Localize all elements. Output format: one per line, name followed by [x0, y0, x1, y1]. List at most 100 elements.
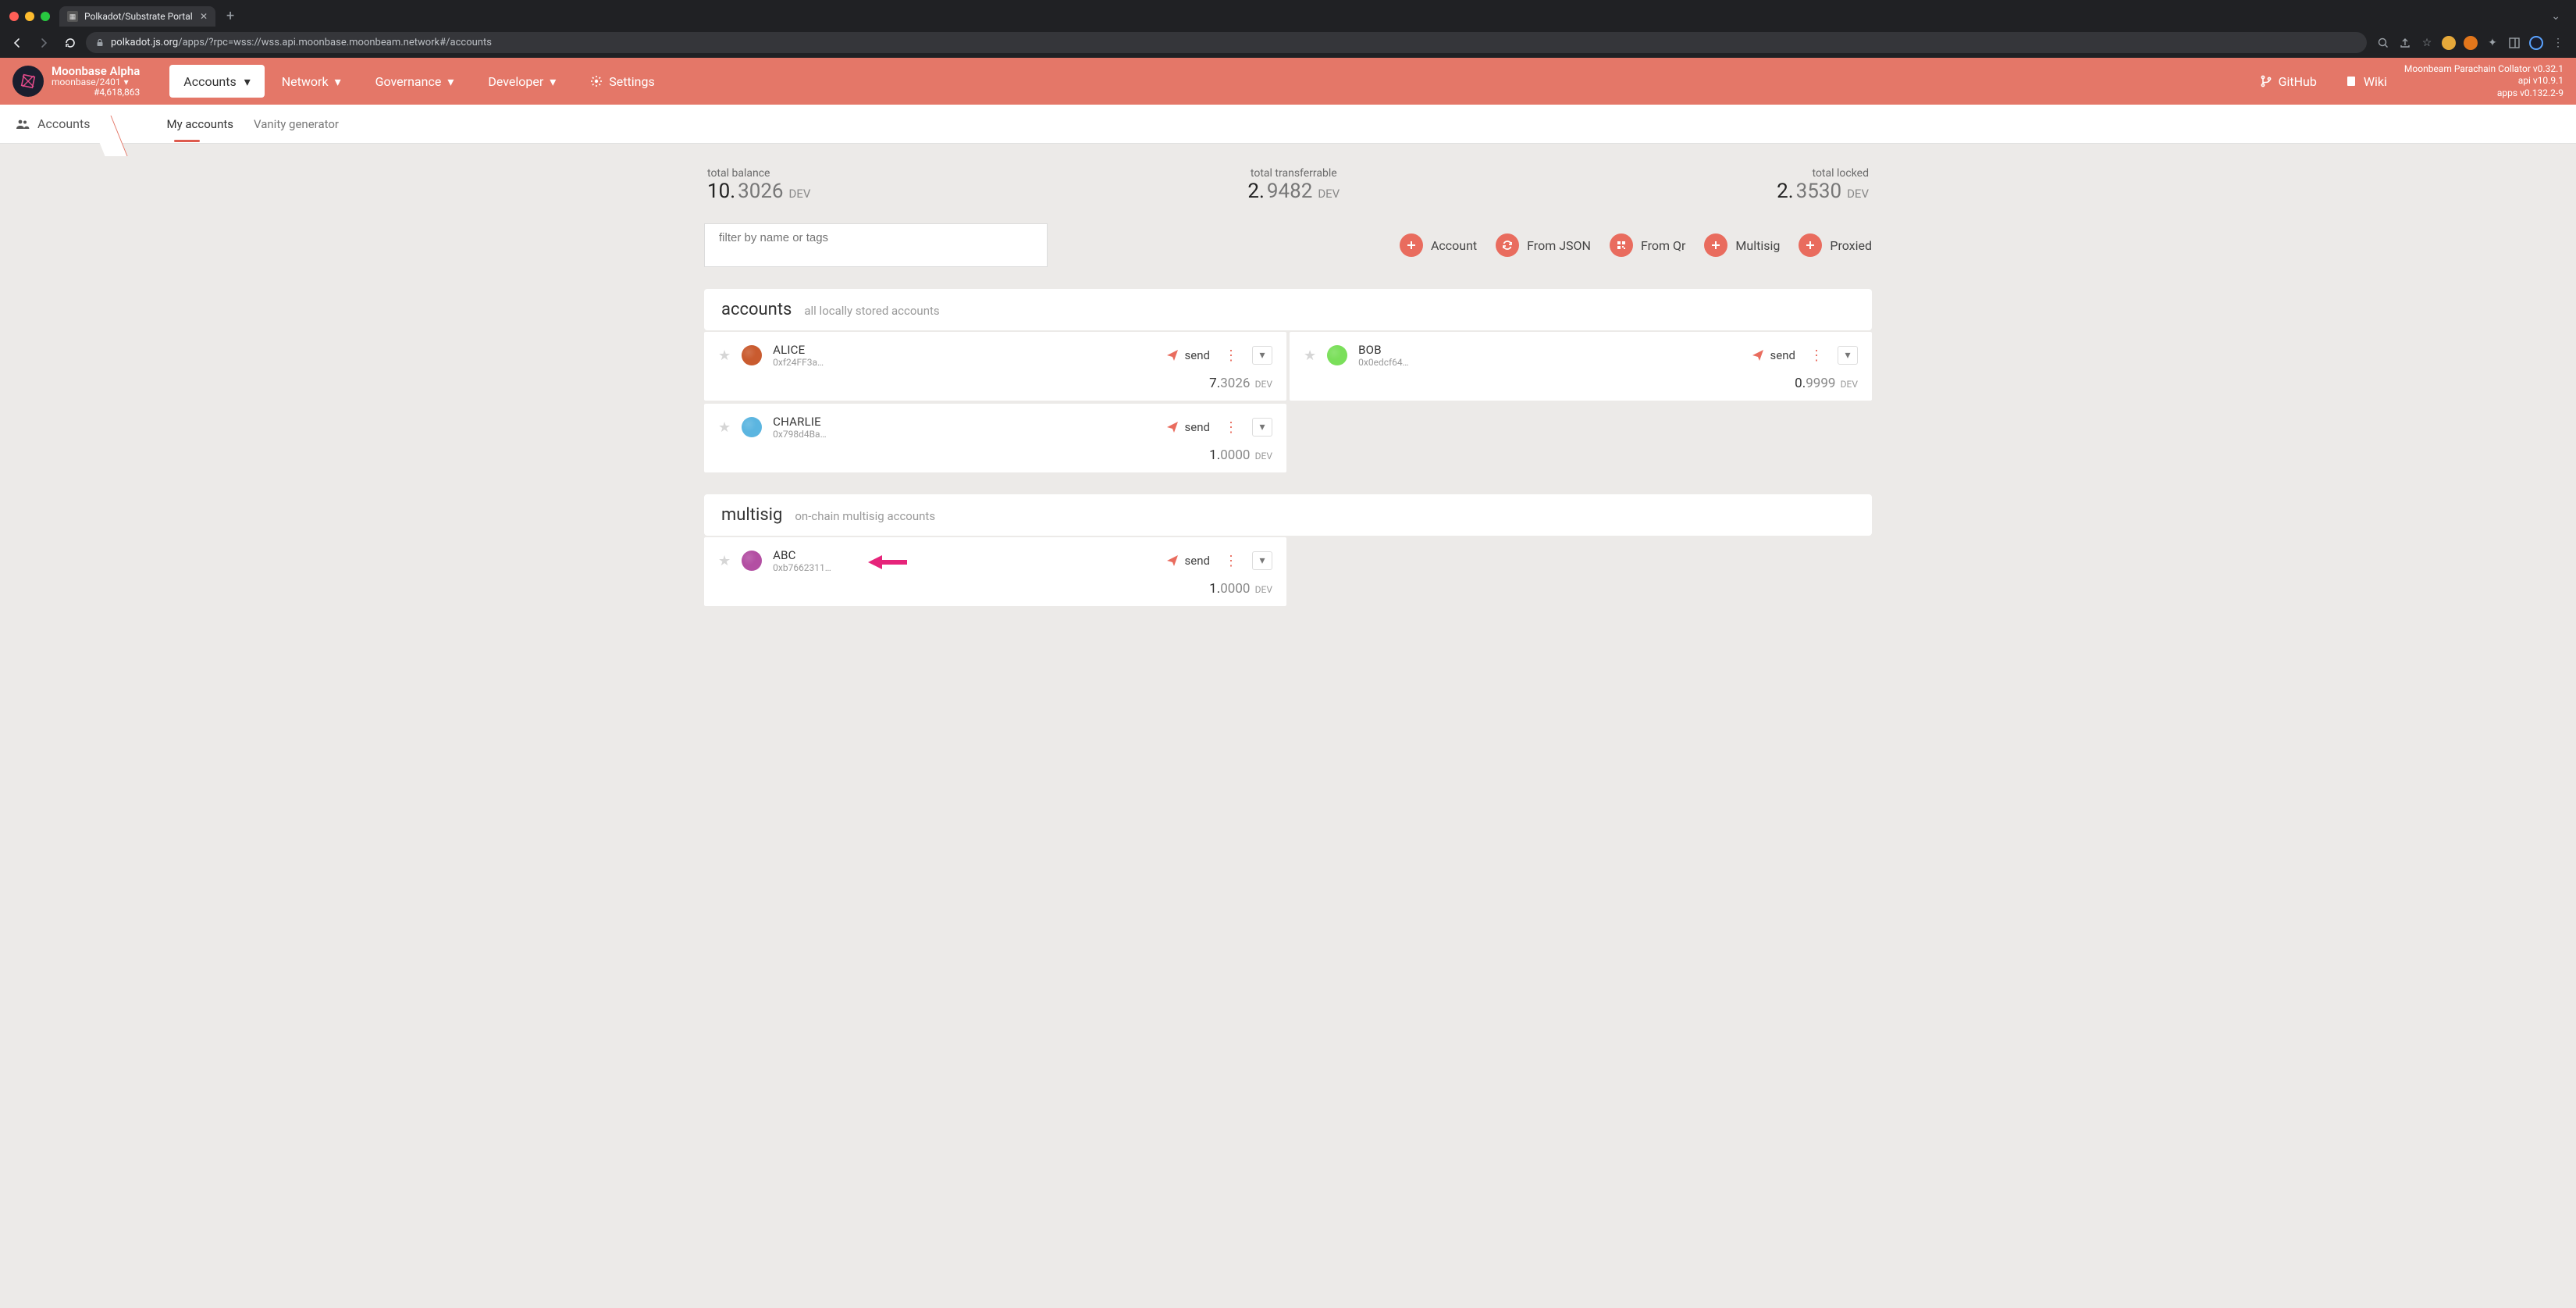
proxied-button[interactable]: Proxied: [1799, 233, 1872, 257]
send-button[interactable]: send: [1752, 348, 1795, 362]
menu-icon[interactable]: ⋮: [1221, 419, 1241, 436]
nav-network[interactable]: Network▾: [265, 58, 358, 105]
from-json-button[interactable]: From JSON: [1496, 233, 1591, 257]
menu-icon[interactable]: ⋮: [1221, 347, 1241, 364]
account-card-alice: ★ ALICE 0xf24FF3a… send ⋮ ▾: [704, 332, 1286, 401]
expand-toggle[interactable]: ▾: [1252, 346, 1272, 365]
refresh-icon: [1496, 233, 1519, 257]
extension-metamask-icon[interactable]: [2464, 36, 2478, 50]
chevron-down-icon: ▾: [124, 77, 129, 87]
tab-bar: ▦ Polkadot/Substrate Portal ✕ + ⌄: [0, 0, 2576, 27]
app-header: Moonbase Alpha moonbase/2401 ▾ #4,618,86…: [0, 58, 2576, 105]
section-header-accounts: accounts all locally stored accounts: [704, 289, 1872, 330]
account-address: 0xf24FF3a…: [773, 357, 824, 368]
section-subtitle: on-chain multisig accounts: [795, 509, 935, 523]
from-qr-button[interactable]: From Qr: [1610, 233, 1685, 257]
send-button[interactable]: send: [1166, 554, 1210, 568]
nav-wiki[interactable]: Wiki: [2334, 58, 2398, 105]
nav-accounts[interactable]: Accounts ▾: [169, 65, 265, 98]
multisig-card-abc: ★ ABC 0xb7662311… send ⋮ ▾: [704, 537, 1286, 606]
section-title: accounts: [721, 300, 792, 319]
avatar-icon: [742, 417, 762, 437]
action-buttons: Account From JSON From Qr Multisig Proxi…: [1400, 233, 1872, 257]
chain-meta: Moonbase Alpha moonbase/2401 ▾ #4,618,86…: [52, 65, 140, 98]
extensions-puzzle-icon[interactable]: ✦: [2485, 36, 2500, 50]
account-balance: 1.0000 DEV: [718, 440, 1272, 463]
extension-polkadot-icon[interactable]: [2442, 36, 2456, 50]
account-card-bob: ★ BOB 0x0edcf64… send ⋮ ▾: [1290, 332, 1872, 401]
chain-selector[interactable]: Moonbase Alpha moonbase/2401 ▾ #4,618,86…: [12, 65, 140, 98]
expand-toggle[interactable]: ▾: [1252, 418, 1272, 437]
expand-toggle[interactable]: ▾: [1838, 346, 1858, 365]
maximize-window[interactable]: [41, 12, 50, 21]
window-controls: [6, 9, 55, 24]
main-content: total balance 10.3026DEV total transferr…: [687, 144, 1889, 645]
reload-icon[interactable]: [59, 34, 81, 52]
favorite-star-icon[interactable]: ★: [1304, 347, 1316, 364]
minimize-window[interactable]: [25, 12, 34, 21]
send-button[interactable]: send: [1166, 420, 1210, 434]
nav-github[interactable]: GitHub: [2249, 58, 2328, 105]
account-address: 0x0edcf64…: [1358, 357, 1409, 368]
menu-icon[interactable]: ⋮: [1221, 553, 1241, 569]
breadcrumb[interactable]: Accounts: [16, 116, 109, 131]
avatar-icon: [1327, 345, 1347, 365]
version-info: Moonbeam Parachain Collator v0.32.1 api …: [2404, 63, 2564, 100]
close-window[interactable]: [9, 12, 19, 21]
totals-row: total balance 10.3026DEV total transferr…: [704, 161, 1872, 223]
tab-close-icon[interactable]: ✕: [200, 11, 208, 22]
account-name: ABC: [773, 548, 831, 562]
add-account-button[interactable]: Account: [1400, 233, 1477, 257]
nav-settings[interactable]: Settings: [573, 58, 671, 105]
panel-icon[interactable]: [2507, 36, 2521, 50]
caret-down-icon: ▾: [550, 74, 556, 89]
toolbar-row: Account From JSON From Qr Multisig Proxi…: [704, 223, 1872, 267]
favorite-star-icon[interactable]: ★: [718, 553, 731, 569]
section-title: multisig: [721, 505, 782, 525]
browser-tab[interactable]: ▦ Polkadot/Substrate Portal ✕: [59, 6, 215, 27]
chrome-menu-icon[interactable]: ⋮: [2551, 36, 2565, 50]
send-icon: [1166, 349, 1179, 362]
nav-developer[interactable]: Developer▾: [471, 58, 573, 105]
total-locked: total locked 2.3530DEV: [1777, 167, 1869, 203]
nav-forward-icon[interactable]: [33, 34, 55, 52]
zoom-icon[interactable]: [2376, 36, 2390, 50]
total-transferrable: total transferrable 2.9482DEV: [1247, 167, 1340, 203]
favorite-star-icon[interactable]: ★: [718, 347, 731, 364]
account-balance: 0.9999 DEV: [1304, 368, 1858, 391]
filter-input-wrap[interactable]: [704, 223, 1048, 267]
primary-nav: Accounts ▾ Network▾ Governance▾ Develope…: [169, 58, 671, 105]
section-header-multisig: multisig on-chain multisig accounts: [704, 494, 1872, 536]
svg-text:▦: ▦: [69, 13, 76, 21]
nav-back-icon[interactable]: [6, 34, 28, 52]
new-tab-button[interactable]: +: [220, 5, 240, 27]
lock-icon: [95, 38, 105, 48]
annotation-arrow-icon: [868, 553, 907, 572]
app-root: Moonbase Alpha moonbase/2401 ▾ #4,618,86…: [0, 58, 2576, 1308]
tab-title: Polkadot/Substrate Portal: [84, 11, 193, 22]
tab-vanity[interactable]: Vanity generator: [252, 106, 340, 142]
account-balance: 7.3026 DEV: [718, 368, 1272, 391]
account-name: CHARLIE: [773, 415, 826, 429]
multisig-grid: ★ ABC 0xb7662311… send ⋮ ▾: [704, 537, 1872, 606]
favorite-star-icon[interactable]: ★: [718, 419, 731, 436]
toolbar-icons: ☆ ✦ ⋮: [2371, 36, 2570, 50]
menu-icon[interactable]: ⋮: [1806, 347, 1827, 364]
nav-governance[interactable]: Governance▾: [358, 58, 471, 105]
url-field[interactable]: polkadot.js.org/apps/?rpc=wss://wss.api.…: [86, 32, 2367, 53]
caret-down-icon: ▾: [447, 74, 454, 89]
tab-my-accounts[interactable]: My accounts: [165, 106, 235, 142]
expand-toggle[interactable]: ▾: [1252, 551, 1272, 570]
send-button[interactable]: send: [1166, 348, 1210, 362]
send-icon: [1166, 554, 1179, 567]
plus-icon: [1400, 233, 1423, 257]
bookmark-star-icon[interactable]: ☆: [2420, 36, 2434, 50]
tab-favicon: ▦: [67, 11, 78, 22]
share-icon[interactable]: [2398, 36, 2412, 50]
profile-avatar-icon[interactable]: [2529, 36, 2543, 50]
multisig-button[interactable]: Multisig: [1704, 233, 1780, 257]
tab-overflow-icon[interactable]: ⌄: [2542, 10, 2570, 23]
filter-input[interactable]: [717, 230, 1034, 245]
section-subtitle: all locally stored accounts: [804, 304, 939, 318]
caret-down-icon: ▾: [244, 74, 251, 89]
